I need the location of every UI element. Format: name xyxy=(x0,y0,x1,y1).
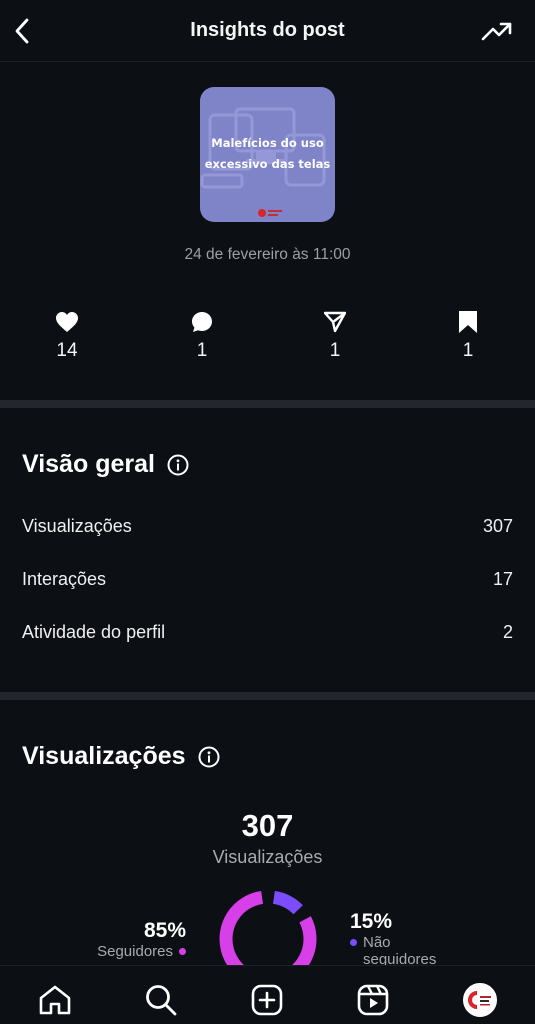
nav-reels[interactable] xyxy=(355,982,391,1018)
nav-create[interactable] xyxy=(249,982,285,1018)
info-icon[interactable] xyxy=(167,454,189,476)
views-title: Visualizações xyxy=(22,742,220,771)
overview-row-profile-activity[interactable]: Atividade do perfil 2 xyxy=(22,622,513,643)
brand-logo-icon xyxy=(465,985,495,1015)
followers-label: Seguidores xyxy=(97,943,173,960)
bottom-nav xyxy=(0,965,535,1024)
comments-count: 1 xyxy=(196,340,208,361)
nonfollowers-label-1: Não xyxy=(363,934,391,951)
home-icon xyxy=(39,985,71,1015)
followers-breakdown: 85% Seguidores xyxy=(86,919,186,960)
profile-avatar xyxy=(463,983,497,1017)
nonfollowers-segment xyxy=(272,890,303,915)
create-icon xyxy=(251,984,283,1016)
likes-stat: 14 xyxy=(37,310,97,362)
comments-stat: 1 xyxy=(172,310,232,362)
shares-count: 1 xyxy=(329,340,341,361)
section-divider xyxy=(0,692,535,700)
heart-icon xyxy=(56,312,78,332)
reels-icon xyxy=(357,984,389,1016)
nonfollowers-pct: 15% xyxy=(350,910,393,933)
bookmark-icon xyxy=(459,311,477,333)
overview-title: Visão geral xyxy=(22,450,189,479)
comment-icon xyxy=(192,312,212,332)
section-divider xyxy=(0,400,535,408)
likes-count: 14 xyxy=(56,340,78,361)
nav-profile[interactable] xyxy=(462,982,498,1018)
nav-search[interactable] xyxy=(143,982,179,1018)
nonfollowers-breakdown: 15% Não seguidores xyxy=(350,910,470,968)
page-title: Insights do post xyxy=(190,19,345,41)
post-insights-screen: Insights do post Malefícios do uso exces… xyxy=(0,0,535,1024)
views-total-label: Visualizações xyxy=(212,847,323,867)
thumbnail-caption: Malefícios do uso excessivo das telas xyxy=(204,136,331,171)
search-icon xyxy=(146,985,177,1016)
followers-legend-dot xyxy=(179,948,186,955)
saves-count: 1 xyxy=(462,340,474,361)
post-date: 24 de fevereiro às 11:00 xyxy=(184,246,351,263)
views-total: 307 xyxy=(241,808,294,843)
saves-stat: 1 xyxy=(438,310,498,362)
shares-stat: 1 xyxy=(305,310,365,362)
header: Insights do post xyxy=(0,0,535,62)
share-icon xyxy=(324,311,346,333)
post-thumbnail[interactable]: Malefícios do uso excessivo das telas xyxy=(200,87,335,222)
header-divider xyxy=(0,61,535,62)
nonfollowers-legend-dot xyxy=(350,939,357,946)
nav-home[interactable] xyxy=(37,982,73,1018)
overview-row-views[interactable]: Visualizações 307 xyxy=(22,516,513,537)
trending-up-icon xyxy=(481,22,512,41)
followers-pct: 85% xyxy=(143,919,186,942)
trend-button[interactable] xyxy=(481,18,513,44)
overview-row-interactions[interactable]: Interações 17 xyxy=(22,569,513,590)
info-icon[interactable] xyxy=(198,746,220,768)
